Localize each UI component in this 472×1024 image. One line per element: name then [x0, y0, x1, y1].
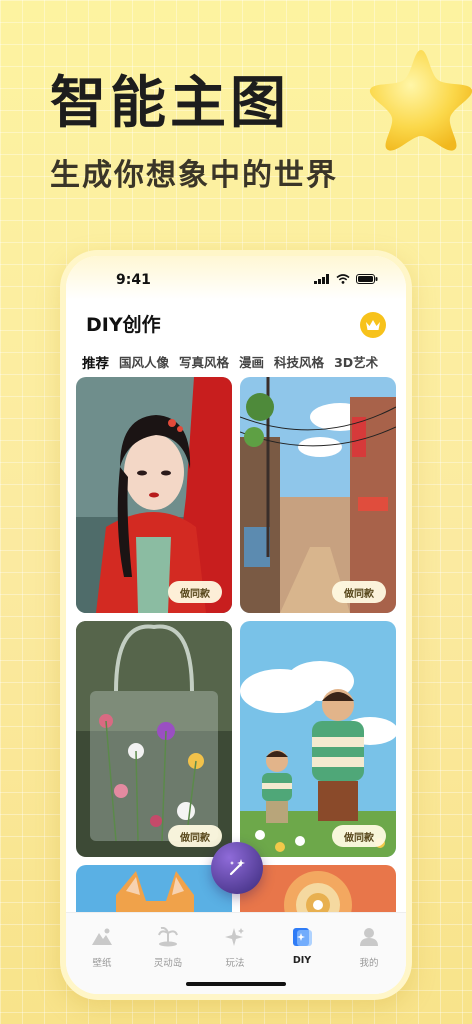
home-indicator — [186, 982, 286, 986]
tabbar-label: 灵动岛 — [153, 958, 183, 969]
battery-icon — [356, 274, 378, 284]
diy-icon — [293, 928, 312, 946]
phone-mockup: 9:41 DIY创作 推荐 国风人像 写真风格 漫画 科技风格 3D艺术 做同款… — [60, 250, 412, 1000]
signal-icon — [314, 274, 329, 284]
card-image — [76, 621, 232, 857]
card-image — [240, 377, 396, 613]
card-image — [240, 621, 396, 857]
tabbar-label: 玩法 — [225, 958, 245, 969]
tabbar-label: 壁纸 — [92, 958, 112, 969]
status-time: 9:41 — [116, 272, 151, 288]
tab-comic[interactable]: 漫画 — [239, 352, 264, 376]
tabbar-item-dynamic-island[interactable]: 灵动岛 — [138, 926, 198, 969]
star-decoration-icon — [369, 50, 472, 151]
vip-button[interactable] — [360, 312, 386, 338]
tabbar-item-wallpaper[interactable]: 壁纸 — [72, 927, 132, 969]
tabbar-item-mine[interactable]: 我的 — [339, 927, 399, 969]
mountain-icon — [92, 928, 112, 945]
make-same-button[interactable]: 做同款 — [332, 825, 386, 847]
header: DIY创作 — [86, 310, 390, 340]
make-same-button[interactable]: 做同款 — [168, 581, 222, 603]
make-same-button[interactable]: 做同款 — [168, 825, 222, 847]
status-bar: 9:41 — [66, 256, 406, 300]
template-card[interactable]: 做同款 — [240, 377, 396, 613]
magic-wand-icon — [229, 859, 245, 876]
tab-3d-art[interactable]: 3D艺术 — [334, 352, 378, 376]
template-card[interactable]: 做同款 — [76, 377, 232, 613]
crown-icon — [366, 320, 380, 330]
tabbar-item-diy[interactable]: DIY — [272, 927, 332, 966]
page-title: DIY创作 — [86, 314, 161, 336]
tabbar-item-play[interactable]: 玩法 — [205, 927, 265, 969]
card-image — [76, 377, 232, 613]
tab-tech-style[interactable]: 科技风格 — [274, 352, 324, 376]
bottom-tab-bar: 壁纸 灵动岛 玩法 DIY 我的 — [66, 912, 406, 994]
template-card[interactable]: 做同款 — [240, 621, 396, 857]
tabbar-label: 我的 — [359, 958, 379, 969]
island-icon — [158, 926, 178, 947]
promo-headline: 智能主图 — [50, 71, 290, 136]
wifi-icon — [336, 274, 350, 284]
make-same-button[interactable]: 做同款 — [332, 581, 386, 603]
template-card[interactable]: 做同款 — [76, 621, 232, 857]
sparkle-icon — [225, 928, 244, 946]
promo-subline: 生成你想象中的世界 — [50, 158, 338, 193]
person-icon — [360, 928, 378, 946]
category-tabs: 推荐 国风人像 写真风格 漫画 科技风格 3D艺术 — [82, 352, 406, 377]
status-icons — [314, 274, 378, 284]
create-fab-button[interactable] — [211, 842, 263, 894]
app-screen: 9:41 DIY创作 推荐 国风人像 写真风格 漫画 科技风格 3D艺术 做同款… — [66, 256, 406, 994]
tabbar-label: DIY — [292, 955, 312, 966]
tab-photo-style[interactable]: 写真风格 — [179, 352, 229, 376]
tab-recommend[interactable]: 推荐 — [82, 352, 109, 377]
tab-guofeng-portrait[interactable]: 国风人像 — [119, 352, 169, 376]
